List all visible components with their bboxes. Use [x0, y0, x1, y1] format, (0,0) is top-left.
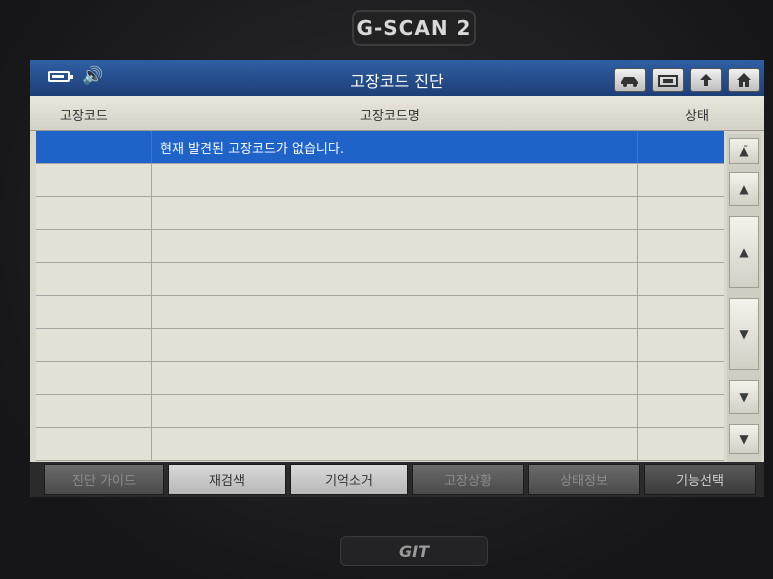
table-row[interactable]: [36, 230, 724, 263]
scroll-top-icon[interactable]: ▲̄: [729, 138, 759, 164]
header-status: 상태: [685, 109, 709, 124]
header-name: 고장코드명: [360, 109, 420, 124]
bottom-logo: GIT: [340, 536, 488, 566]
scroll-down-icon[interactable]: ▼: [729, 298, 759, 370]
no-dtc-message: 현재 발견된 고장코드가 없습니다.: [160, 142, 344, 157]
scroll-up-icon[interactable]: ▲: [729, 216, 759, 288]
scroll-bottom-icon[interactable]: ▼: [729, 424, 759, 454]
dtc-table: 현재 발견된 고장코드가 없습니다.: [36, 131, 724, 462]
scroll-page-down-icon[interactable]: ▼: [729, 380, 759, 414]
table-header: 고장코드 고장코드명 상태: [30, 96, 764, 131]
tab-function-select[interactable]: 기능선택: [644, 464, 756, 495]
table-row[interactable]: [36, 395, 724, 428]
scrollbar[interactable]: ▲̄ ▲ ▲ ▼ ▼ ▼: [727, 134, 761, 462]
function-tab-bar: 진단 가이드 재검색 기억소거 고장상황 상태정보 기능선택: [30, 462, 764, 497]
device-bezel: G-SCAN 2 🔊 고장코드 진단 고장코드 고장코드명 상태 현재 발견된 …: [0, 0, 773, 579]
table-row[interactable]: [36, 263, 724, 296]
table-row[interactable]: [36, 362, 724, 395]
brand-logo: G-SCAN 2: [352, 10, 476, 46]
tab-erase-memory[interactable]: 기억소거: [290, 464, 408, 495]
table-row[interactable]: [36, 329, 724, 362]
back-icon[interactable]: [690, 68, 722, 92]
home-icon[interactable]: [728, 68, 760, 92]
table-row[interactable]: [36, 296, 724, 329]
tab-fault-status[interactable]: 고장상황: [412, 464, 524, 495]
car-icon[interactable]: [614, 68, 646, 92]
tab-rescan[interactable]: 재검색: [168, 464, 286, 495]
tab-diagnosis-guide[interactable]: 진단 가이드: [44, 464, 164, 495]
table-row[interactable]: [36, 164, 724, 197]
screen: 🔊 고장코드 진단 고장코드 고장코드명 상태 현재 발견된 고장코드가 없습니…: [30, 60, 764, 497]
table-row[interactable]: [36, 197, 724, 230]
print-icon[interactable]: [652, 68, 684, 92]
table-row[interactable]: [36, 428, 724, 461]
tab-status-info[interactable]: 상태정보: [528, 464, 640, 495]
scroll-page-up-icon[interactable]: ▲: [729, 172, 759, 206]
table-row[interactable]: 현재 발견된 고장코드가 없습니다.: [36, 131, 724, 164]
header-code: 고장코드: [60, 109, 108, 124]
title-bar: 🔊 고장코드 진단: [30, 60, 764, 96]
